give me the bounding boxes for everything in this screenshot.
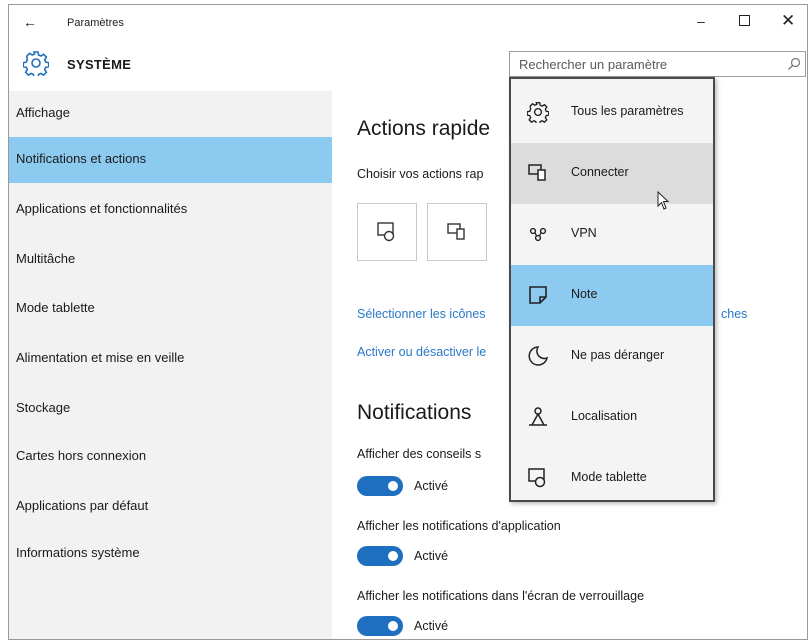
flyout-item-location[interactable]: Localisation <box>511 387 713 448</box>
sidebar-item-label: Affichage <box>16 105 70 120</box>
sidebar-item-applications[interactable]: Applications et fonctionnalités <box>9 187 332 233</box>
quick-action-connect[interactable] <box>427 203 487 261</box>
title-bar: ← Paramètres – ✕ <box>9 5 807 41</box>
tablet-mode-icon <box>377 222 395 242</box>
flyout-item-label: Localisation <box>571 409 638 423</box>
gear-icon <box>23 51 49 76</box>
sidebar-item-label: Applications par défaut <box>16 498 149 513</box>
flyout-item-do-not-disturb[interactable]: Ne pas déranger <box>511 326 713 387</box>
toggle-icons-link[interactable]: Activer ou désactiver le <box>357 345 486 359</box>
flyout-item-label: Ne pas déranger <box>571 348 665 362</box>
sidebar-item-label: Multitâche <box>16 251 76 266</box>
mouse-cursor-icon <box>657 191 670 210</box>
connect-icon <box>528 164 546 181</box>
quick-actions-subtitle: Choisir vos actions rap <box>357 167 484 181</box>
location-icon <box>529 407 547 426</box>
tablet-mode-icon <box>528 468 546 488</box>
settings-window: ← Paramètres – ✕ SYSTÈME Rechercher un p… <box>8 4 808 640</box>
flyout-item-vpn[interactable]: VPN <box>511 204 713 265</box>
minimize-button[interactable]: – <box>697 13 705 29</box>
note-icon <box>529 286 547 304</box>
notifications-heading: Notifications <box>357 401 472 424</box>
search-icon[interactable] <box>787 57 801 71</box>
toggle-switch[interactable] <box>357 476 403 496</box>
toggle-switch[interactable] <box>357 616 403 636</box>
sidebar-item-affichage[interactable]: Affichage <box>9 91 332 137</box>
flyout-item-all-settings[interactable]: Tous les paramètres <box>511 82 713 143</box>
toggle-knob <box>388 481 398 491</box>
sidebar-item-label: Alimentation et mise en veille <box>16 350 185 365</box>
sidebar-item-label: Notifications et actions <box>16 151 147 166</box>
setting-label: Afficher les notifications d'application <box>357 519 561 533</box>
flyout-item-label: Tous les paramètres <box>571 104 684 118</box>
sidebar-item-label: Applications et fonctionnalités <box>16 201 188 216</box>
select-icons-link[interactable]: Sélectionner les icônes <box>357 307 486 321</box>
sidebar-item-label: Mode tablette <box>16 300 95 315</box>
search-results-flyout: Tous les paramètres Connecter VPN Note N… <box>509 77 715 502</box>
flyout-item-label: VPN <box>571 226 597 240</box>
sidebar-item-informations[interactable]: Informations système <box>9 531 332 577</box>
quick-action-tablet-mode[interactable] <box>357 203 417 261</box>
quick-actions-heading: Actions rapide <box>357 117 491 140</box>
flyout-item-note[interactable]: Note <box>511 265 713 326</box>
toggle-state: Activé <box>414 549 449 563</box>
flyout-item-label: Note <box>571 287 598 301</box>
sidebar-item-notifications[interactable]: Notifications et actions <box>9 137 332 183</box>
toggle-knob <box>388 621 398 631</box>
flyout-item-tablet-mode[interactable]: Mode tablette <box>511 448 713 509</box>
sidebar-item-multitache[interactable]: Multitâche <box>9 237 332 283</box>
moon-icon <box>528 346 549 366</box>
flyout-item-label: Mode tablette <box>571 470 647 484</box>
sidebar-item-stockage[interactable]: Stockage <box>9 386 332 432</box>
sidebar-item-applications-defaut[interactable]: Applications par défaut <box>9 484 332 530</box>
sidebar-item-mode-tablette[interactable]: Mode tablette <box>9 286 332 332</box>
sidebar-item-label: Stockage <box>16 400 71 415</box>
toggle-state: Activé <box>414 619 449 633</box>
toggle-knob <box>388 551 398 561</box>
maximize-button[interactable] <box>739 15 750 26</box>
sidebar: Affichage Notifications et actions Appli… <box>9 91 332 639</box>
toggle-state: Activé <box>414 479 449 493</box>
sidebar-item-label: Informations système <box>16 545 140 560</box>
sidebar-item-label: Cartes hors connexion <box>16 448 147 463</box>
search-input[interactable]: Rechercher un paramètre <box>509 51 806 77</box>
gear-icon <box>527 102 549 123</box>
toggle-switch[interactable] <box>357 546 403 566</box>
window-title: Paramètres <box>67 17 124 29</box>
page-title: SYSTÈME <box>67 57 132 72</box>
connect-icon <box>447 223 465 240</box>
back-button[interactable]: ← <box>23 14 37 30</box>
flyout-item-label: Connecter <box>571 165 629 179</box>
close-button[interactable]: ✕ <box>781 11 795 31</box>
select-icons-link-tail[interactable]: ches <box>721 307 747 321</box>
search-placeholder: Rechercher un paramètre <box>519 57 668 72</box>
vpn-icon <box>529 227 547 242</box>
setting-label: Afficher des conseils s <box>357 447 482 461</box>
flyout-item-connect[interactable]: Connecter <box>511 143 713 204</box>
sidebar-item-alimentation[interactable]: Alimentation et mise en veille <box>9 336 332 382</box>
sidebar-item-cartes[interactable]: Cartes hors connexion <box>9 434 332 480</box>
setting-label: Afficher les notifications dans l'écran … <box>357 589 645 603</box>
